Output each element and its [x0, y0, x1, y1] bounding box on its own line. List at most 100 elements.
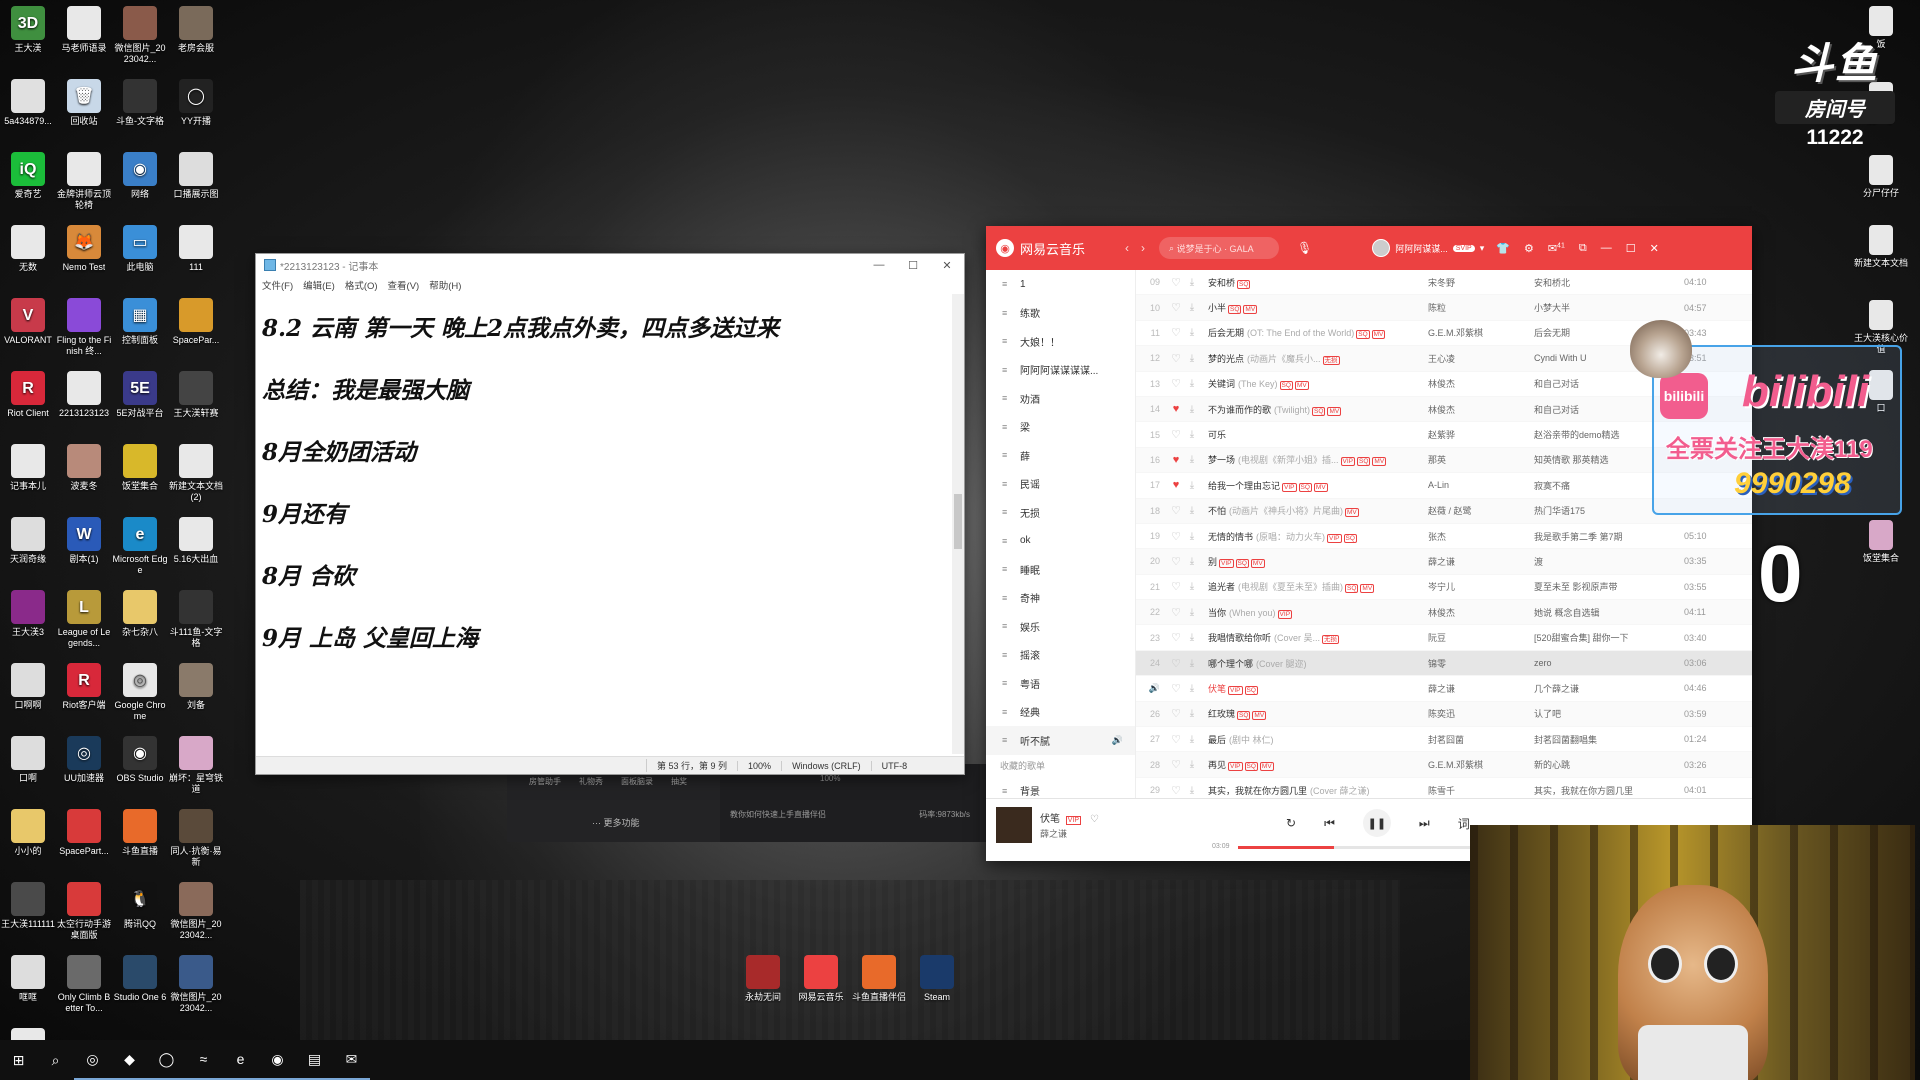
song-album[interactable]: 她说 概念自选辑: [1534, 606, 1684, 619]
sidebar-playlist-item[interactable]: ≡ 劝酒: [986, 384, 1135, 413]
sidebar-playlist-item[interactable]: ≡ 民谣: [986, 470, 1135, 499]
song-artist[interactable]: 陈雪千: [1428, 784, 1534, 797]
desktop-icon[interactable]: ▭ 此电脑: [112, 225, 168, 273]
song-row[interactable]: 09 ♡ ⤓ 安和桥 SQ 宋冬野 安和桥北 04:10: [1136, 270, 1752, 296]
sidebar-playlist-item[interactable]: ≡ 睡眠: [986, 555, 1135, 584]
song-album[interactable]: 认了吧: [1534, 707, 1684, 720]
forward-button[interactable]: ›: [1141, 241, 1145, 255]
song-artist[interactable]: 陈粒: [1428, 301, 1534, 314]
desktop-icon[interactable]: R Riot Client: [0, 371, 56, 419]
desktop-icon[interactable]: W 剧本(1): [56, 517, 112, 565]
like-icon[interactable]: ♡: [1090, 814, 1099, 825]
heart-icon[interactable]: ♡: [1168, 580, 1184, 593]
obs-tool-button[interactable]: 礼物秀: [579, 776, 603, 787]
song-row[interactable]: 29 ♡ ⤓ 其实，我就在你方圆几里 (Cover 薛之谦) 陈雪千 其实，我就在你方圆几里…: [1136, 778, 1752, 798]
song-album[interactable]: 封茗囧菌翻唱集: [1534, 733, 1684, 746]
menu-item[interactable]: 帮助(H): [429, 278, 461, 292]
avatar[interactable]: [1372, 239, 1391, 257]
search-icon[interactable]: ⌕: [37, 1040, 74, 1080]
song-artist[interactable]: 岑宁儿: [1428, 580, 1534, 593]
heart-icon[interactable]: ♡: [1168, 377, 1184, 390]
desktop-icon[interactable]: 王大渼轩赛: [168, 371, 224, 419]
sidebar-playlist-item[interactable]: ≡ 摇滚: [986, 641, 1135, 670]
desktop-icon[interactable]: ◎ Google Chrome: [112, 663, 168, 722]
notepad-titlebar[interactable]: *2213123123 - 记事本 — ☐ ✕: [256, 254, 964, 276]
heart-icon[interactable]: ♥: [1168, 454, 1184, 466]
heart-icon[interactable]: ♡: [1168, 707, 1184, 720]
desktop-icon[interactable]: SpacePart...: [56, 809, 112, 857]
desktop-icon[interactable]: Fling to the Finish 终...: [56, 298, 112, 357]
desktop-icon[interactable]: Steam: [909, 955, 965, 1003]
app1-icon[interactable]: ◆: [111, 1040, 148, 1080]
more-features-button[interactable]: ··· 更多功能: [592, 816, 640, 829]
heart-icon[interactable]: ♡: [1168, 657, 1184, 670]
desktop-icon[interactable]: 微信图片_2023042...: [168, 955, 224, 1014]
desktop-icon[interactable]: ◯ YY开播: [168, 79, 224, 127]
start-icon[interactable]: ⊞: [0, 1040, 37, 1080]
song-row[interactable]: 20 ♡ ⤓ 别 VIP SQ MV 薛之谦渡 03:35: [1136, 549, 1752, 575]
desktop-icon[interactable]: 新建文本文档: [1853, 225, 1909, 269]
desktop-icon[interactable]: 王大渼111111: [0, 882, 56, 930]
chevron-down-icon[interactable]: ▾: [1480, 243, 1485, 254]
menu-item[interactable]: 文件(F): [262, 278, 293, 292]
download-icon[interactable]: ⤓: [1184, 454, 1200, 465]
previous-icon[interactable]: ⏮: [1324, 816, 1335, 831]
obs-tool-button[interactable]: 面板脑录: [621, 776, 653, 787]
desktop-icon[interactable]: Only Climb Better To...: [56, 955, 112, 1014]
desktop-icon[interactable]: 🐧 腾讯QQ: [112, 882, 168, 930]
desktop-icon[interactable]: 口啊啊: [0, 663, 56, 711]
song-artist[interactable]: 薛之谦: [1428, 555, 1534, 568]
user-menu[interactable]: 阿阿阿谋谋... SVIP ▾: [1372, 239, 1484, 257]
desktop-icon[interactable]: ◎ UU加速器: [56, 736, 112, 784]
download-icon[interactable]: ⤓: [1184, 505, 1200, 516]
now-playing-title[interactable]: 伏笔 VIP ♡: [1040, 810, 1099, 825]
desktop-icon[interactable]: 老房会服: [168, 6, 224, 54]
song-row[interactable]: 21 ♡ ⤓ 追光者 (电视剧《夏至未至》插曲) SQ MV 岑宁儿 夏至未至 影视原声带 03:…: [1136, 575, 1752, 601]
desktop-icon[interactable]: 分尸仔仔: [1853, 155, 1909, 199]
download-icon[interactable]: ⤓: [1184, 785, 1200, 796]
desktop-icon[interactable]: 111: [168, 225, 224, 273]
desktop-icon[interactable]: 新建文本文档 (2): [168, 444, 224, 503]
desktop-icon[interactable]: 饭堂集合: [1853, 520, 1909, 564]
download-icon[interactable]: ⤓: [1184, 531, 1200, 542]
maximize-button[interactable]: ☐: [896, 259, 930, 272]
edge-icon[interactable]: e: [222, 1040, 259, 1080]
heart-icon[interactable]: ♡: [1168, 504, 1184, 517]
song-artist[interactable]: 那英: [1428, 453, 1534, 466]
song-row[interactable]: 24 ♡ ⤓ 哪个理个哪 (Cover 腿迩) 锦零 zero 03:06: [1136, 650, 1752, 677]
desktop-icon[interactable]: 5.16大出血: [168, 517, 224, 565]
desktop-icon[interactable]: e Microsoft Edge: [112, 517, 168, 576]
sidebar-playlist-item[interactable]: ≡ 阿阿阿谋谋谋谋...: [986, 356, 1135, 385]
desktop-icon[interactable]: 金牌讲师云顶轮椅: [56, 152, 112, 211]
desktop-icon[interactable]: 太空行动手游桌面版: [56, 882, 112, 941]
song-row[interactable]: 28 ♡ ⤓ 再见 VIP SQ MV G.E.M.邓紫棋 新的心跳 03:26: [1136, 752, 1752, 778]
desktop-icon[interactable]: 微信图片_2023042...: [112, 6, 168, 65]
gear-icon[interactable]: ⚙: [1524, 242, 1534, 255]
heart-icon[interactable]: ♡: [1168, 301, 1184, 314]
song-artist[interactable]: 封茗囧菌: [1428, 733, 1534, 746]
music-search-input[interactable]: ⌕ 说梦是于心 · GALA: [1159, 237, 1280, 259]
song-row[interactable]: 19 ♡ ⤓ 无情的情书 (原唱：动力火车) VIP SQ 张杰 我是歌手第二季 第7期 05:1…: [1136, 524, 1752, 550]
pause-button[interactable]: ❚❚: [1362, 809, 1391, 837]
notepad-icon[interactable]: ▤: [296, 1040, 333, 1080]
song-artist[interactable]: 薛之谦: [1428, 682, 1534, 695]
desktop-icon[interactable]: 5a434879...: [0, 79, 56, 127]
song-album[interactable]: 小梦大半: [1534, 301, 1684, 314]
sidebar-playlist-item[interactable]: ≡ 听不腻 🔊: [986, 726, 1135, 755]
chrome-icon[interactable]: ◎: [74, 1040, 111, 1080]
menu-item[interactable]: 格式(O): [345, 278, 378, 292]
desktop-icon[interactable]: 刘备: [168, 663, 224, 711]
obs-tool-button[interactable]: 房管助手: [529, 776, 561, 787]
maximize-button[interactable]: ☐: [1626, 242, 1636, 255]
desktop-icon[interactable]: 5E 5E对战平台: [112, 371, 168, 419]
song-artist[interactable]: 陈奕迅: [1428, 707, 1534, 720]
heart-icon[interactable]: ♡: [1168, 326, 1184, 339]
download-icon[interactable]: ⤓: [1184, 302, 1200, 313]
song-album[interactable]: 安和桥北: [1534, 276, 1684, 289]
menu-item[interactable]: 编辑(E): [303, 278, 335, 292]
heart-icon[interactable]: ♡: [1168, 276, 1184, 289]
download-icon[interactable]: ⤓: [1184, 759, 1200, 770]
song-artist[interactable]: G.E.M.邓紫棋: [1428, 758, 1534, 771]
heart-icon[interactable]: ♡: [1168, 682, 1184, 695]
desktop-icon[interactable]: 🦊 Nemo Test: [56, 225, 112, 273]
